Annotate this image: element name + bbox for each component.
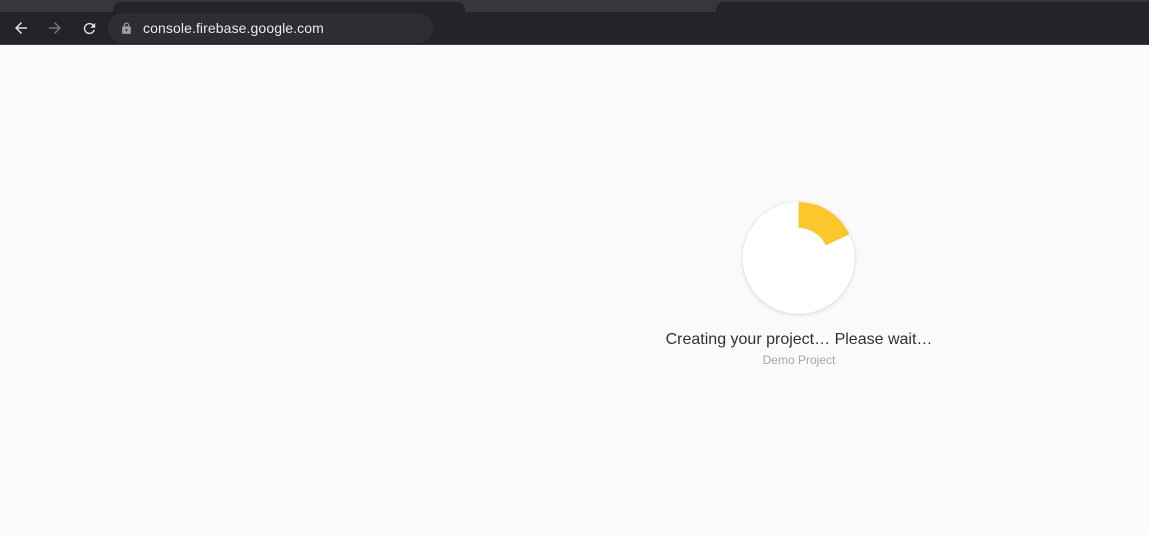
reload-button[interactable] [74, 13, 104, 43]
url-text: console.firebase.google.com [143, 20, 324, 36]
url-bar[interactable]: console.firebase.google.com [108, 13, 433, 43]
arrow-back-icon [12, 19, 30, 37]
browser-tab[interactable] [113, 2, 465, 12]
project-name: Demo Project [763, 353, 836, 367]
tab-strip [0, 0, 1149, 12]
firebase-loading-page: Creating your project… Please wait… Demo… [0, 45, 1149, 535]
browser-tab[interactable] [716, 2, 1149, 12]
loading-message: Creating your project… Please wait… [666, 331, 933, 349]
refresh-icon [81, 20, 98, 37]
padlock-icon [120, 22, 133, 35]
arrow-forward-icon [46, 19, 64, 37]
browser-toolbar: console.firebase.google.com [0, 12, 1149, 45]
back-button[interactable] [6, 13, 36, 43]
forward-button[interactable] [40, 13, 70, 43]
browser-chrome: console.firebase.google.com [0, 0, 1149, 45]
spinner-icon [743, 202, 855, 314]
project-creation-loader: Creating your project… Please wait… Demo… [666, 202, 933, 367]
